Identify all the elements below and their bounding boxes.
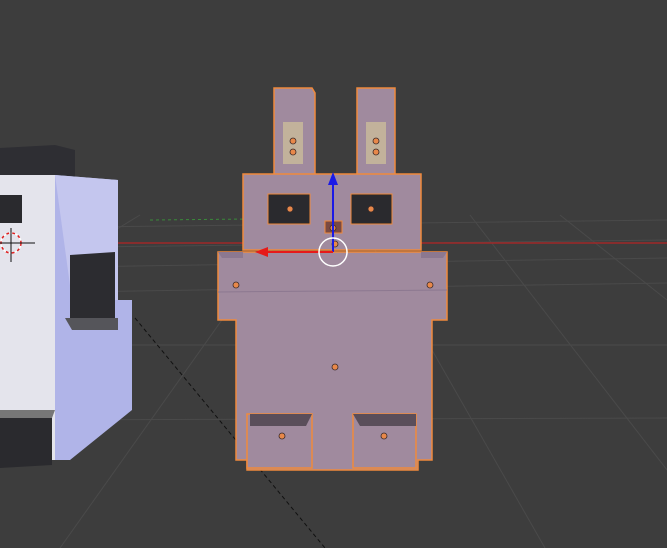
bunny-model[interactable] [217,87,448,471]
block-model[interactable] [0,145,132,468]
3d-viewport[interactable] [0,0,667,548]
y-axis-floor-line [149,218,251,221]
